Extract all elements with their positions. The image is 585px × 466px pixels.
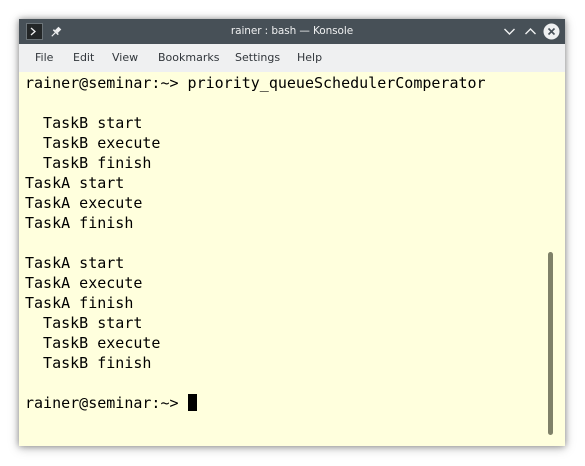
terminal-line: TaskA finish	[25, 294, 134, 312]
window-title: rainer : bash — Konsole	[230, 25, 354, 37]
menu-bar: File Edit View Bookmarks Settings Help	[19, 44, 565, 72]
terminal-line: TaskA start	[25, 174, 125, 192]
terminal-output[interactable]: rainer@seminar:~> priority_queueSchedule…	[19, 72, 565, 446]
menu-view[interactable]: View	[108, 44, 142, 72]
chevron-down-icon[interactable]	[501, 23, 518, 40]
title-bar[interactable]: rainer : bash — Konsole	[19, 19, 565, 44]
menu-file[interactable]: File	[31, 44, 57, 72]
menu-edit[interactable]: Edit	[69, 44, 98, 72]
terminal-line: TaskA start	[25, 254, 125, 272]
terminal-line: TaskB start	[25, 314, 143, 332]
terminal-prompt: rainer@seminar:~>	[25, 394, 188, 412]
menu-bookmarks[interactable]: Bookmarks	[154, 44, 223, 72]
terminal-line: TaskA execute	[25, 194, 143, 212]
konsole-window: rainer : bash — Konsole File Edit View B…	[19, 19, 565, 446]
close-icon[interactable]	[543, 23, 560, 40]
menu-help[interactable]: Help	[293, 44, 326, 72]
terminal-command-line: rainer@seminar:~> priority_queueSchedule…	[25, 74, 486, 92]
menu-settings[interactable]: Settings	[231, 44, 284, 72]
terminal-line: TaskA execute	[25, 274, 143, 292]
terminal-line: TaskA finish	[25, 214, 134, 232]
scrollbar-handle[interactable]	[548, 252, 553, 435]
terminal-line: TaskB execute	[25, 134, 161, 152]
chevron-up-icon[interactable]	[522, 23, 539, 40]
terminal-line: TaskB start	[25, 114, 143, 132]
terminal-line: TaskB finish	[25, 354, 152, 372]
text-cursor	[187, 394, 197, 411]
terminal-line: TaskB finish	[25, 154, 152, 172]
terminal-line: TaskB execute	[25, 334, 161, 352]
terminal-prompt-line[interactable]: rainer@seminar:~>	[25, 393, 197, 413]
